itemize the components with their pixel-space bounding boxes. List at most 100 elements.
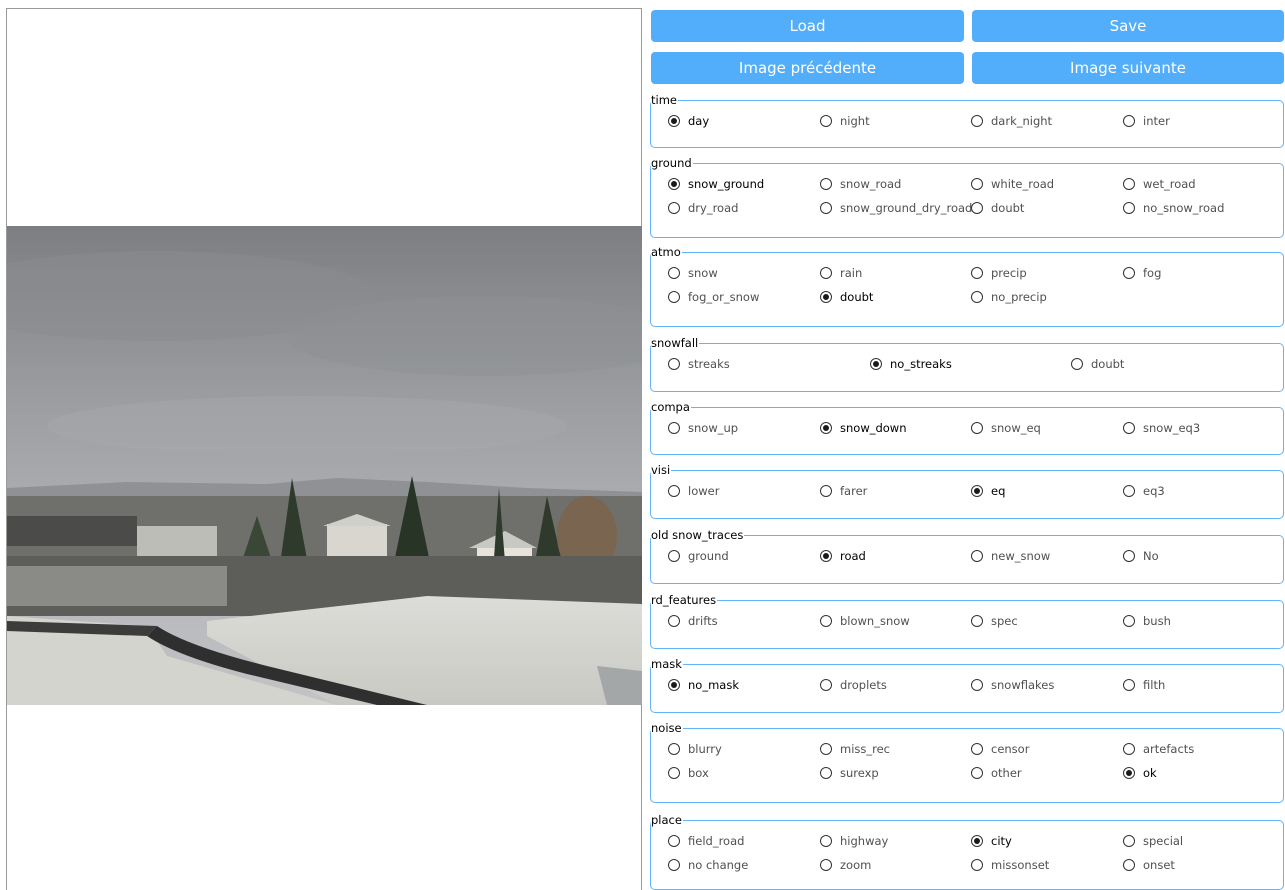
radio-option-artefacts[interactable]: artefacts (1123, 741, 1194, 757)
radio-option-missonset[interactable]: missonset (971, 857, 1049, 873)
next-image-button[interactable]: Image suivante (972, 52, 1284, 84)
radio-option-filth[interactable]: filth (1123, 677, 1165, 693)
radio-unchecked-icon[interactable] (820, 178, 832, 190)
radio-checked-icon[interactable] (1123, 767, 1135, 779)
radio-option-white-road[interactable]: white_road (971, 176, 1054, 192)
radio-unchecked-icon[interactable] (820, 115, 832, 127)
radio-option-day[interactable]: day (668, 113, 709, 129)
radio-unchecked-icon[interactable] (668, 615, 680, 627)
radio-unchecked-icon[interactable] (971, 178, 983, 190)
radio-option-night[interactable]: night (820, 113, 870, 129)
radio-unchecked-icon[interactable] (668, 267, 680, 279)
radio-unchecked-icon[interactable] (668, 291, 680, 303)
radio-option-precip[interactable]: precip (971, 265, 1027, 281)
radio-unchecked-icon[interactable] (668, 202, 680, 214)
radio-option-snow-eq[interactable]: snow_eq (971, 420, 1041, 436)
radio-unchecked-icon[interactable] (1123, 485, 1135, 497)
radio-unchecked-icon[interactable] (971, 422, 983, 434)
radio-unchecked-icon[interactable] (668, 835, 680, 847)
radio-checked-icon[interactable] (820, 422, 832, 434)
radio-unchecked-icon[interactable] (668, 767, 680, 779)
radio-unchecked-icon[interactable] (1071, 358, 1083, 370)
radio-option-other[interactable]: other (971, 765, 1022, 781)
radio-option-miss-rec[interactable]: miss_rec (820, 741, 890, 757)
radio-option-no-change[interactable]: no change (668, 857, 748, 873)
radio-option-streaks[interactable]: streaks (668, 356, 730, 372)
radio-checked-icon[interactable] (971, 485, 983, 497)
radio-option-lower[interactable]: lower (668, 483, 719, 499)
radio-unchecked-icon[interactable] (820, 859, 832, 871)
radio-unchecked-icon[interactable] (820, 485, 832, 497)
radio-option-box[interactable]: box (668, 765, 709, 781)
radio-unchecked-icon[interactable] (1123, 202, 1135, 214)
radio-option-snow-down[interactable]: snow_down (820, 420, 907, 436)
radio-option-no-streaks[interactable]: no_streaks (870, 356, 952, 372)
radio-option-special[interactable]: special (1123, 833, 1183, 849)
radio-option-snow-eq3[interactable]: snow_eq3 (1123, 420, 1200, 436)
radio-unchecked-icon[interactable] (820, 267, 832, 279)
radio-option-spec[interactable]: spec (971, 613, 1018, 629)
radio-option-censor[interactable]: censor (971, 741, 1029, 757)
radio-unchecked-icon[interactable] (971, 767, 983, 779)
radio-checked-icon[interactable] (820, 291, 832, 303)
radio-option-fog[interactable]: fog (1123, 265, 1161, 281)
radio-unchecked-icon[interactable] (820, 615, 832, 627)
radio-option-blurry[interactable]: blurry (668, 741, 722, 757)
radio-option-eq3[interactable]: eq3 (1123, 483, 1165, 499)
radio-unchecked-icon[interactable] (1123, 115, 1135, 127)
radio-option-new-snow[interactable]: new_snow (971, 548, 1050, 564)
radio-option-snow-road[interactable]: snow_road (820, 176, 901, 192)
radio-unchecked-icon[interactable] (1123, 267, 1135, 279)
radio-option-ok[interactable]: ok (1123, 765, 1157, 781)
radio-unchecked-icon[interactable] (1123, 178, 1135, 190)
radio-option-dry-road[interactable]: dry_road (668, 200, 738, 216)
radio-option-snow[interactable]: snow (668, 265, 718, 281)
radio-checked-icon[interactable] (971, 835, 983, 847)
radio-option-dark-night[interactable]: dark_night (971, 113, 1052, 129)
radio-option-snow-ground-dry-road[interactable]: snow_ground_dry_road (820, 200, 972, 216)
radio-option-city[interactable]: city (971, 833, 1012, 849)
radio-unchecked-icon[interactable] (1123, 550, 1135, 562)
radio-checked-icon[interactable] (668, 178, 680, 190)
radio-option-no[interactable]: No (1123, 548, 1159, 564)
load-button[interactable]: Load (651, 10, 964, 42)
radio-checked-icon[interactable] (668, 115, 680, 127)
radio-option-drifts[interactable]: drifts (668, 613, 718, 629)
save-button[interactable]: Save (972, 10, 1284, 42)
radio-option-blown-snow[interactable]: blown_snow (820, 613, 910, 629)
radio-unchecked-icon[interactable] (1123, 422, 1135, 434)
radio-option-no-precip[interactable]: no_precip (971, 289, 1047, 305)
radio-option-road[interactable]: road (820, 548, 866, 564)
radio-unchecked-icon[interactable] (668, 422, 680, 434)
radio-unchecked-icon[interactable] (820, 835, 832, 847)
radio-unchecked-icon[interactable] (820, 767, 832, 779)
radio-option-no-snow-road[interactable]: no_snow_road (1123, 200, 1224, 216)
radio-option-doubt[interactable]: doubt (1071, 356, 1124, 372)
radio-option-bush[interactable]: bush (1123, 613, 1171, 629)
radio-option-zoom[interactable]: zoom (820, 857, 871, 873)
radio-unchecked-icon[interactable] (971, 291, 983, 303)
radio-unchecked-icon[interactable] (971, 202, 983, 214)
radio-option-surexp[interactable]: surexp (820, 765, 879, 781)
radio-unchecked-icon[interactable] (1123, 679, 1135, 691)
radio-checked-icon[interactable] (870, 358, 882, 370)
radio-unchecked-icon[interactable] (668, 743, 680, 755)
radio-unchecked-icon[interactable] (1123, 859, 1135, 871)
radio-checked-icon[interactable] (668, 679, 680, 691)
radio-unchecked-icon[interactable] (820, 202, 832, 214)
radio-option-wet-road[interactable]: wet_road (1123, 176, 1196, 192)
radio-option-snowflakes[interactable]: snowflakes (971, 677, 1054, 693)
radio-option-inter[interactable]: inter (1123, 113, 1170, 129)
radio-unchecked-icon[interactable] (971, 550, 983, 562)
radio-unchecked-icon[interactable] (1123, 835, 1135, 847)
radio-unchecked-icon[interactable] (971, 859, 983, 871)
radio-checked-icon[interactable] (820, 550, 832, 562)
radio-option-rain[interactable]: rain (820, 265, 862, 281)
radio-option-highway[interactable]: highway (820, 833, 888, 849)
radio-unchecked-icon[interactable] (971, 115, 983, 127)
radio-option-fog-or-snow[interactable]: fog_or_snow (668, 289, 759, 305)
radio-option-snow-up[interactable]: snow_up (668, 420, 738, 436)
radio-unchecked-icon[interactable] (971, 615, 983, 627)
radio-unchecked-icon[interactable] (668, 859, 680, 871)
radio-option-ground[interactable]: ground (668, 548, 729, 564)
